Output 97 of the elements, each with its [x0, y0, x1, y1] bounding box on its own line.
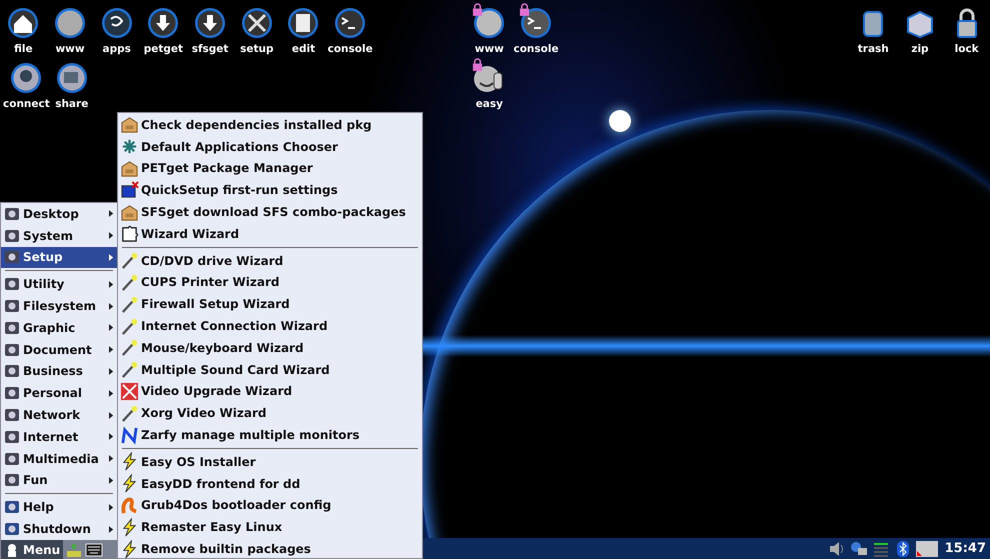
- icon-label: zip: [911, 43, 929, 55]
- keyboard-icon[interactable]: [85, 542, 104, 558]
- icon-label: www: [474, 43, 504, 55]
- house-icon[interactable]: [6, 6, 40, 40]
- submenu-arrow-icon: [109, 254, 114, 261]
- icon-label: sfsget: [192, 43, 228, 55]
- menu-item[interactable]: SFSget download SFS combo-packages: [118, 201, 422, 223]
- menu-item[interactable]: Document: [1, 338, 117, 361]
- menu-item[interactable]: Firewall Setup Wizard: [118, 293, 422, 316]
- submenu-arrow-icon: [109, 280, 114, 288]
- menu-item[interactable]: Grub4Dos bootloader config: [118, 494, 422, 516]
- menu-item[interactable]: Wizard Wizard: [118, 222, 422, 245]
- menu-item[interactable]: Xorg Video Wizard: [118, 402, 422, 424]
- menu-item[interactable]: Help: [1, 496, 117, 518]
- menu-item[interactable]: Network: [1, 404, 117, 426]
- menu-item[interactable]: Remove builtin packages: [118, 538, 422, 559]
- menu-item[interactable]: System: [1, 224, 117, 247]
- submenu-arrow-icon: [109, 302, 114, 310]
- icon-label: easy: [476, 98, 503, 110]
- menu-item[interactable]: Multimedia: [1, 448, 117, 470]
- icon-label: share: [55, 98, 88, 110]
- submenu-arrow-icon: [109, 433, 114, 440]
- magic-wand-icon: [120, 360, 139, 380]
- magic-wand-icon: [120, 316, 139, 336]
- submenu-arrow-icon: [109, 526, 114, 533]
- submenu-arrow-icon: [109, 476, 114, 484]
- magic-wand-icon: [120, 251, 139, 270]
- submenu-arrow-icon: [109, 368, 114, 375]
- icon-label: edit: [292, 43, 316, 55]
- submenu-arrow-icon: [109, 412, 114, 419]
- menu-item[interactable]: EasyDD frontend for dd: [118, 472, 422, 495]
- lightning-icon: [120, 518, 139, 537]
- menu-item[interactable]: QuickSetup first-run settings: [118, 179, 422, 202]
- submenu-arrow-icon: [109, 455, 114, 462]
- menu-item[interactable]: Multiple Sound Card Wizard: [118, 358, 422, 381]
- terminal-icon[interactable]: [333, 6, 368, 40]
- menu-item[interactable]: Internet: [1, 426, 117, 448]
- menu-item[interactable]: Desktop: [1, 203, 117, 225]
- menu-item[interactable]: Personal: [1, 382, 117, 404]
- worm-icon: [120, 496, 139, 515]
- submenu-arrow-icon: [109, 232, 114, 240]
- lightning-icon: [120, 540, 139, 559]
- puzzle-icon: [120, 224, 139, 244]
- menu-item[interactable]: Remaster Easy Linux: [118, 516, 422, 538]
- menu-item[interactable]: PETget Package Manager: [118, 158, 422, 180]
- icon-label: console: [513, 43, 559, 55]
- package-icon: [120, 202, 139, 222]
- package-icon: [120, 158, 139, 178]
- icon-label: setup: [240, 43, 274, 55]
- menu-item[interactable]: CUPS Printer Wizard: [118, 272, 422, 294]
- menu-button[interactable]: Menu: [1, 540, 64, 559]
- terminal-icon[interactable]: [519, 6, 554, 40]
- menu-item[interactable]: Video Upgrade Wizard: [118, 380, 422, 402]
- notepad-icon[interactable]: [286, 6, 320, 40]
- package-icon: [120, 115, 139, 134]
- icon-label: petget: [144, 43, 184, 55]
- icon-label: apps: [102, 43, 131, 55]
- icon-label: console: [328, 43, 373, 55]
- menu-item[interactable]: Mouse/keyboard Wizard: [118, 336, 422, 359]
- lightning-icon: [120, 474, 139, 494]
- menu-item[interactable]: CD/DVD drive Wizard: [118, 250, 422, 272]
- icon-label: connect: [3, 98, 50, 110]
- cross-icon: [120, 382, 139, 401]
- icon-label: file: [14, 43, 33, 55]
- magic-wand-icon: [120, 272, 139, 292]
- clock: 15:47: [944, 541, 986, 556]
- menu-item[interactable]: Utility: [1, 273, 117, 296]
- menu-item[interactable]: Setup: [1, 246, 117, 268]
- lightning-icon: [120, 452, 139, 472]
- menu-item[interactable]: Default Applications Chooser: [118, 136, 422, 158]
- submenu-arrow-icon: [109, 346, 114, 354]
- magic-wand-icon: [120, 338, 139, 358]
- magic-wand-icon: [120, 404, 139, 423]
- zigzag-icon: [120, 426, 139, 445]
- menu-item[interactable]: Fun: [1, 470, 117, 492]
- menu-item[interactable]: Filesystem: [1, 295, 117, 317]
- speaker-icon[interactable]: [828, 540, 846, 556]
- menu-item[interactable]: Easy OS Installer: [118, 450, 422, 473]
- menu-item[interactable]: Business: [1, 360, 117, 382]
- icon-label: www: [55, 43, 85, 55]
- submenu-arrow-icon: [109, 390, 114, 397]
- network-icon[interactable]: [850, 540, 868, 556]
- signal-bars-icon[interactable]: [872, 540, 890, 556]
- submenu-arrow-icon: [109, 210, 114, 218]
- menu-item[interactable]: Shutdown: [1, 518, 117, 540]
- menu-item[interactable]: Graphic: [1, 316, 117, 339]
- magic-wand-icon: [120, 294, 139, 314]
- submenu-arrow-icon: [109, 504, 114, 511]
- menu-item[interactable]: Internet Connection Wizard: [118, 315, 422, 337]
- submenu-arrow-icon: [109, 324, 114, 332]
- download-icon[interactable]: [193, 6, 228, 40]
- menu-item[interactable]: Check dependencies installed pkg: [118, 114, 422, 136]
- cpu-meter-icon: [916, 540, 938, 556]
- icon-label: lock: [954, 43, 979, 55]
- menu-item[interactable]: Zarfy manage multiple monitors: [118, 424, 422, 446]
- icon-label: trash: [858, 43, 889, 55]
- download-icon[interactable]: [146, 6, 180, 40]
